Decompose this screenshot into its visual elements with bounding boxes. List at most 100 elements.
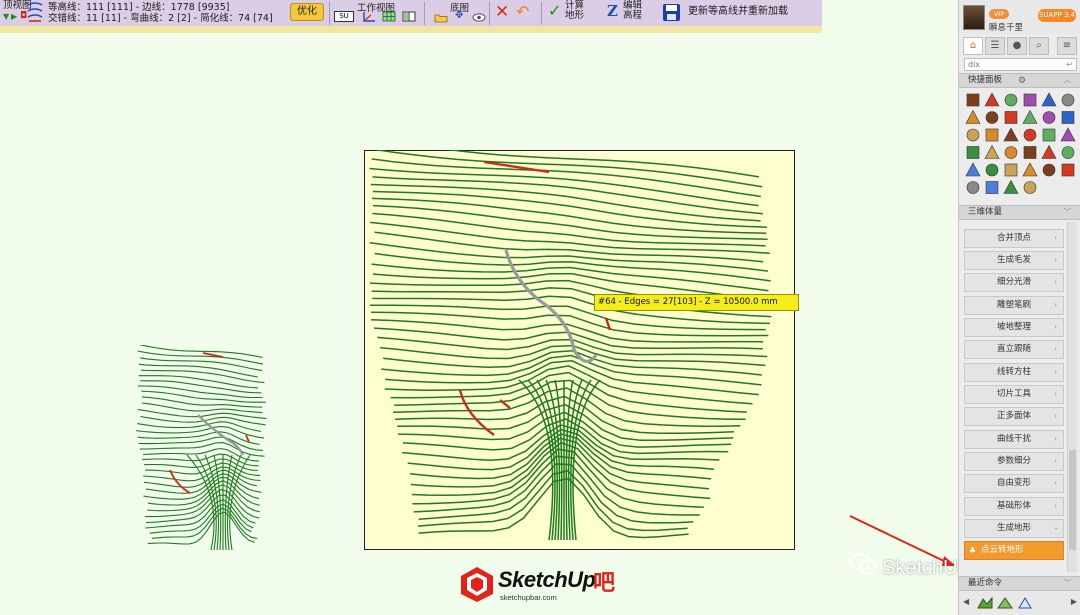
contour-line[interactable] [374, 231, 764, 263]
plugin-button[interactable]: 线转方柱 › [964, 363, 1064, 382]
sphere-icon[interactable] [1061, 111, 1075, 124]
shape-icon[interactable] [965, 162, 981, 177]
stairs-icon[interactable] [1041, 92, 1057, 107]
next-icon[interactable]: ▶ [11, 13, 17, 21]
mesh-icon[interactable] [1061, 163, 1075, 177]
box-icon[interactable] [1061, 93, 1075, 107]
calc-terrain-button[interactable]: 计算 地形 [565, 1, 584, 21]
select-icon[interactable] [1004, 93, 1018, 107]
plugin-button[interactable]: 曲线干扰 › [964, 430, 1064, 449]
contour-line[interactable] [372, 176, 763, 215]
tower-icon[interactable] [1004, 163, 1018, 177]
contour-line[interactable] [141, 402, 263, 414]
check-icon[interactable]: ✓ [548, 1, 561, 21]
contour-line[interactable] [137, 421, 262, 433]
paint-icon[interactable] [1023, 93, 1037, 107]
app-version-badge[interactable]: SUAPP 3.4 [1038, 9, 1076, 22]
save-icon[interactable] [662, 3, 681, 22]
reload-label[interactable]: 更新等高线并重新加载 [688, 6, 788, 17]
edit-elevation-button[interactable]: 编辑 高程 [623, 1, 642, 21]
contour-line[interactable] [371, 197, 767, 234]
frame-icon[interactable] [1003, 127, 1019, 142]
step-icon[interactable] [985, 128, 999, 142]
gear-icon[interactable]: ⚙ [1018, 75, 1026, 88]
plugin-button[interactable]: 生成毛发 › [964, 251, 1064, 270]
x-icon[interactable] [985, 163, 999, 177]
vertex-icon[interactable] [1017, 596, 1033, 610]
arrow-icon[interactable] [966, 181, 980, 194]
expand-icon[interactable]: ﹀ [1064, 206, 1071, 219]
axis-3d-icon[interactable] [1041, 144, 1057, 159]
point-cloud-terrain-button[interactable]: ♣ 点云转地形 [964, 541, 1064, 560]
cylinder-icon[interactable] [966, 146, 980, 159]
plugin-button[interactable]: 直立跟随 › [964, 340, 1064, 359]
play-icon[interactable] [1023, 181, 1037, 194]
contour-line[interactable] [143, 466, 261, 482]
cross-icon[interactable] [1061, 146, 1075, 159]
enter-icon[interactable]: ↵ [1066, 59, 1073, 70]
play-icon[interactable]: ▼ [3, 13, 9, 21]
pull-icon[interactable] [1004, 146, 1018, 159]
scroll-thumb[interactable] [1069, 450, 1076, 550]
contour-line[interactable] [572, 379, 601, 541]
plugin-button[interactable]: 细分光滑 › [964, 273, 1064, 292]
loft-icon[interactable] [966, 93, 980, 107]
list-icon[interactable]: ☰ [985, 37, 1005, 55]
contour-line[interactable] [143, 458, 258, 472]
contour-map-preview[interactable] [128, 345, 338, 560]
surface-icon[interactable] [997, 596, 1013, 610]
plugin-button[interactable]: 生成地形 › [964, 519, 1064, 538]
blob-icon[interactable] [984, 144, 1000, 159]
plugin-button[interactable]: 切片工具 › [964, 385, 1064, 404]
menu-icon[interactable]: ≡ [1057, 37, 1077, 55]
extrude-icon[interactable] [1042, 128, 1056, 142]
optimize-button[interactable]: 优化 [290, 3, 324, 21]
contour-line[interactable] [147, 480, 260, 506]
folder-icon[interactable] [434, 12, 448, 23]
figure-icon[interactable] [1022, 162, 1038, 177]
plugin-button[interactable]: 坡地整理 › [964, 318, 1064, 337]
split-view-icon[interactable] [402, 11, 416, 22]
home-icon[interactable]: ⌂ [963, 37, 983, 55]
username[interactable]: 瞬息千里 [989, 21, 1023, 33]
terrain-icon[interactable] [977, 596, 993, 610]
plugin-button[interactable]: 参数细分 › [964, 452, 1064, 471]
arc-icon[interactable] [965, 109, 981, 124]
eye-icon[interactable] [472, 12, 486, 23]
section-3d-header[interactable]: 三维体量 ﹀ [959, 205, 1080, 220]
quick-panel-header[interactable]: 快捷面板 ⚙ ︿ [959, 73, 1080, 88]
delete-icon[interactable]: ✕ [495, 2, 509, 22]
z-elevation-icon[interactable]: Z [607, 2, 618, 20]
axes-view-icon[interactable] [362, 11, 376, 22]
plugin-button[interactable]: 基础形体 › [964, 497, 1064, 516]
move-icon[interactable]: ✥ [455, 10, 463, 21]
quick-tool-grid[interactable] [965, 92, 1077, 198]
expand-icon[interactable]: ﹀ [1064, 577, 1071, 590]
cut-icon[interactable] [1042, 163, 1056, 177]
undo-icon[interactable]: ↶ [516, 2, 529, 22]
plane-icon[interactable] [984, 92, 1000, 107]
panel-scrollbar[interactable] [1067, 222, 1077, 572]
su-view-button[interactable]: SU [334, 11, 354, 22]
plugin-button[interactable]: 合并顶点 › [964, 229, 1064, 248]
contour-line[interactable] [144, 488, 260, 519]
plugin-button[interactable]: 雕塑笔刷 › [964, 296, 1064, 315]
grid-icon[interactable] [1022, 109, 1038, 124]
cursor-icon[interactable] [985, 111, 999, 124]
nodes-icon[interactable] [1003, 179, 1019, 194]
plugin-button[interactable]: 自由变形 › [964, 474, 1064, 493]
curve-icon[interactable] [1060, 127, 1076, 142]
link-icon[interactable] [1023, 146, 1037, 159]
window-icon[interactable] [1023, 128, 1037, 142]
axis-icon[interactable] [1004, 111, 1018, 124]
contour-line[interactable] [137, 431, 260, 446]
diamond-icon[interactable] [966, 128, 980, 142]
collapse-icon[interactable]: ︿ [1064, 74, 1071, 87]
recent-header[interactable]: 最近命令 ﹀ [959, 576, 1080, 591]
user-icon[interactable]: ● [1007, 37, 1027, 55]
contour-line[interactable] [136, 345, 263, 358]
next-icon[interactable]: ▶ [1071, 597, 1077, 606]
pencil-icon[interactable] [1042, 111, 1056, 124]
contour-line[interactable] [137, 350, 263, 365]
grid-view-icon[interactable] [382, 11, 396, 22]
